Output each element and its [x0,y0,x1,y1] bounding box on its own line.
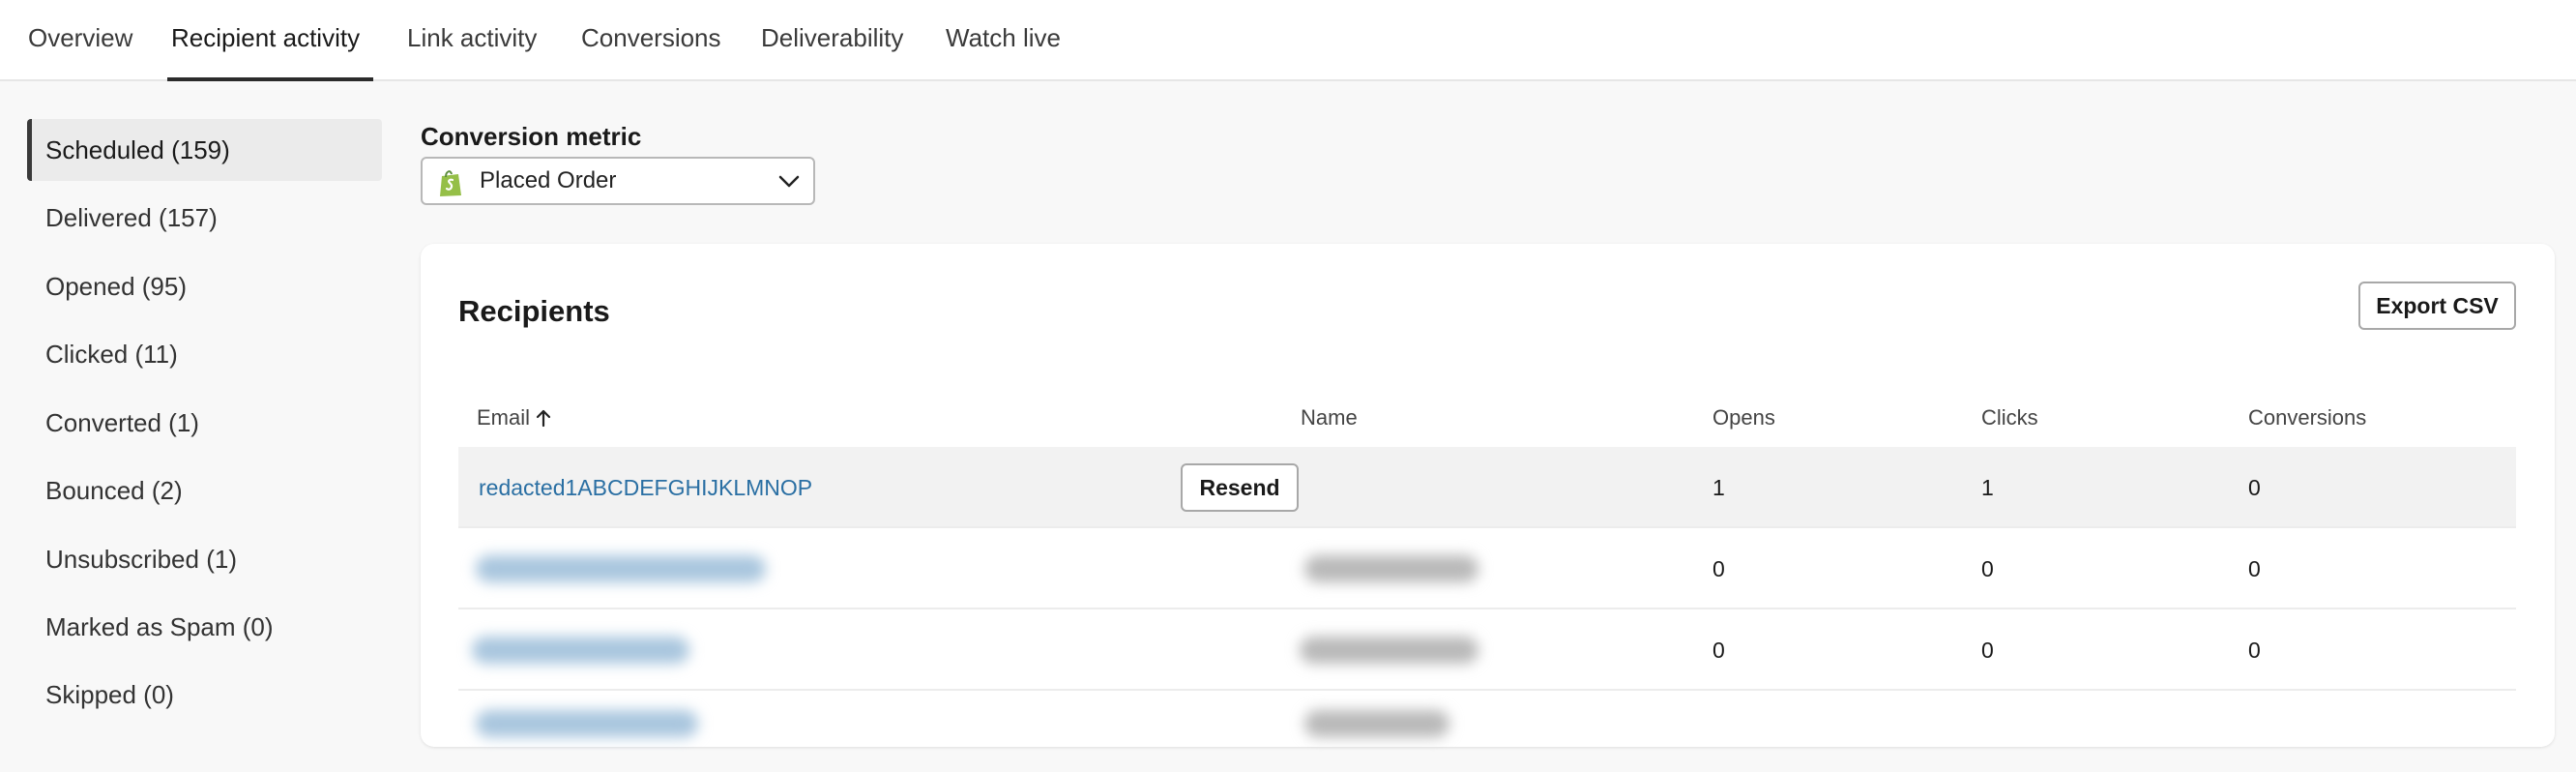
recipient-clicks: 0 [1981,638,1994,663]
tab-conversions[interactable]: Conversions [581,0,721,81]
recipient-conversions: 0 [2248,556,2261,581]
column-header-email-label: Email [477,405,531,430]
redacted-email [476,710,698,737]
filter-clicked[interactable]: Clicked (11) [27,323,382,385]
table-row[interactable]: 0 0 0 [458,528,2516,609]
filter-unsubscribed[interactable]: Unsubscribed (1) [27,528,382,590]
redacted-name [1304,710,1449,737]
column-header-opens[interactable]: Opens [1712,405,1775,431]
arrow-up-icon [536,409,551,428]
tab-overview[interactable]: Overview [28,0,132,81]
shopify-bag-icon [440,170,461,196]
column-header-email[interactable]: Email [477,405,551,431]
table-row[interactable]: 0 0 0 [458,609,2516,691]
table-row[interactable]: redacted1ABCDEFGHIJKLMNOP Resend 1 1 0 [458,447,2516,528]
recipients-card: Recipients Export CSV Email Name Opens C… [421,244,2555,747]
filter-delivered[interactable]: Delivered (157) [27,187,382,249]
resend-button[interactable]: Resend [1181,463,1299,512]
redacted-name [1300,637,1478,664]
filter-converted[interactable]: Converted (1) [27,392,382,454]
conversion-metric-label: Conversion metric [421,122,642,151]
recipient-clicks: 1 [1981,475,1994,500]
filter-scheduled[interactable]: Scheduled (159) [27,119,382,181]
conversion-metric-value: Placed Order [480,167,617,193]
filter-opened[interactable]: Opened (95) [27,255,382,317]
recipient-clicks: 0 [1981,556,1994,581]
table-row[interactable] [458,691,2516,772]
chevron-down-icon [778,175,800,188]
recipient-opens: 1 [1712,475,1725,500]
column-header-name[interactable]: Name [1301,405,1358,431]
recipient-conversions: 0 [2248,638,2261,663]
redacted-email [476,555,766,582]
recipient-email-link[interactable]: redacted1ABCDEFGHIJKLMNOP [479,447,812,528]
export-csv-button[interactable]: Export CSV [2358,282,2516,330]
recipients-title: Recipients [458,294,610,328]
recipient-opens: 0 [1712,638,1725,663]
filter-bounced[interactable]: Bounced (2) [27,460,382,521]
filter-skipped[interactable]: Skipped (0) [27,664,382,726]
redacted-name [1304,555,1478,582]
column-header-conversions[interactable]: Conversions [2248,405,2366,431]
top-tab-bar: Overview Recipient activity Link activit… [0,0,2576,81]
tab-watch-live[interactable]: Watch live [946,0,1061,81]
filter-marked-as-spam[interactable]: Marked as Spam (0) [27,596,382,658]
tab-link-activity[interactable]: Link activity [407,0,537,81]
tab-deliverability[interactable]: Deliverability [761,0,903,81]
column-header-clicks[interactable]: Clicks [1981,405,2038,431]
tab-recipient-activity[interactable]: Recipient activity [166,0,374,81]
recipient-conversions: 0 [2248,475,2261,500]
conversion-metric-select[interactable]: Placed Order [421,157,815,205]
redacted-email [472,637,689,664]
recipient-opens: 0 [1712,556,1725,581]
